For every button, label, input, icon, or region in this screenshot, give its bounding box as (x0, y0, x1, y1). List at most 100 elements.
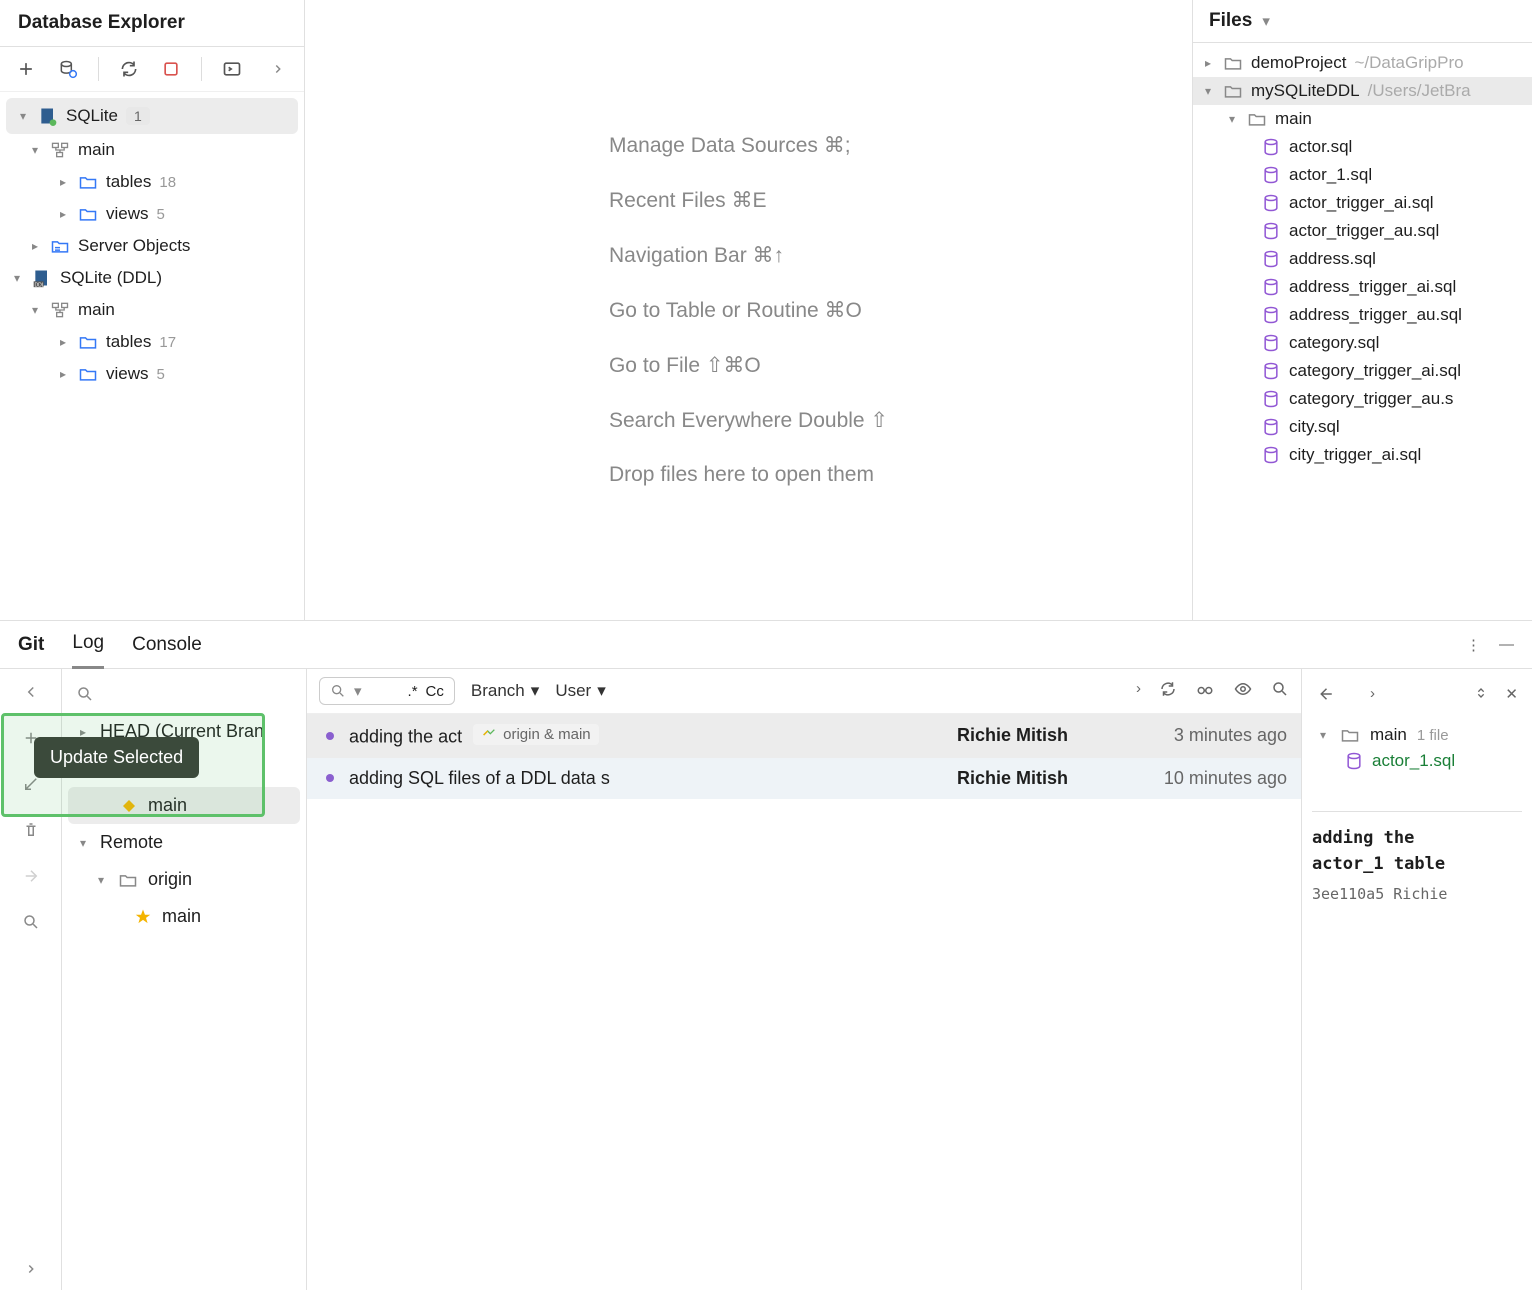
git-actions-strip: Update Selected (0, 669, 62, 1290)
chevron-down-icon[interactable]: ▾ (1225, 112, 1239, 126)
file-item[interactable]: category_trigger_ai.sql (1193, 357, 1532, 385)
branch-origin-main[interactable]: main (62, 898, 306, 935)
server-folder-icon (50, 236, 70, 256)
file-item[interactable]: city_trigger_ai.sql (1193, 441, 1532, 469)
commit-message: adding SQL files of a DDL data s (349, 768, 947, 789)
chevron-right-icon[interactable] (266, 57, 290, 81)
tree-node-views[interactable]: ▸ views 5 (0, 198, 304, 230)
file-name: actor_trigger_ai.sql (1289, 193, 1434, 213)
database-file-icon (1261, 221, 1281, 241)
chevron-down-icon[interactable]: ▾ (76, 836, 90, 850)
branch-local-main[interactable]: main (68, 787, 300, 824)
delete-icon[interactable] (22, 821, 40, 843)
tree-node-server-objects[interactable]: ▸ Server Objects (0, 230, 304, 262)
detail-file[interactable]: actor_1.sql (1312, 751, 1522, 771)
file-item[interactable]: address_trigger_au.sql (1193, 301, 1532, 329)
file-item[interactable]: actor.sql (1193, 133, 1532, 161)
svg-text:DDL: DDL (35, 282, 45, 288)
node-label: SQLite (66, 106, 118, 126)
branch-search[interactable] (62, 679, 306, 713)
chevron-right-icon[interactable]: ▸ (56, 175, 70, 189)
case-toggle[interactable]: Cc (426, 683, 444, 700)
tab-git[interactable]: Git (18, 622, 44, 668)
files-folder-main[interactable]: ▾ main (1193, 105, 1532, 133)
tab-console[interactable]: Console (132, 622, 202, 668)
refresh-icon[interactable] (117, 57, 141, 81)
filter-branch[interactable]: Branch ▾ (471, 681, 539, 701)
glasses-icon[interactable] (1195, 680, 1215, 702)
minimize-icon[interactable]: — (1499, 636, 1514, 654)
stop-icon[interactable] (159, 57, 183, 81)
next-icon[interactable]: › (1370, 685, 1375, 707)
update-icon[interactable] (22, 775, 40, 797)
file-item[interactable]: actor_1.sql (1193, 161, 1532, 189)
schema-icon (50, 140, 70, 160)
file-item[interactable]: actor_trigger_ai.sql (1193, 189, 1532, 217)
chevron-down-icon[interactable]: ▾ (16, 109, 30, 123)
file-name: actor_1.sql (1289, 165, 1372, 185)
branch-icon (481, 727, 497, 743)
file-item[interactable]: city.sql (1193, 413, 1532, 441)
log-commit-row[interactable]: adding the act origin & main Richie Miti… (307, 714, 1301, 758)
file-item[interactable]: actor_trigger_au.sql (1193, 217, 1532, 245)
tab-log[interactable]: Log (72, 620, 104, 669)
chevron-down-icon[interactable]: ▾ (1262, 12, 1270, 30)
detail-folder[interactable]: ▾ main 1 file (1312, 719, 1522, 751)
branch-remote[interactable]: ▾ Remote (62, 824, 306, 861)
hint-item: Recent Files ⌘E (609, 188, 888, 213)
chevron-down-icon[interactable]: ▾ (10, 271, 24, 285)
chevron-right-icon[interactable]: › (1136, 680, 1141, 702)
log-commit-row[interactable]: adding SQL files of a DDL data s Richie … (307, 758, 1301, 799)
chevron-down-icon[interactable]: ▾ (28, 303, 42, 317)
files-project-mysqliteddl[interactable]: ▾ mySQLiteDDL /Users/JetBra (1193, 77, 1532, 105)
file-item[interactable]: address_trigger_ai.sql (1193, 273, 1532, 301)
chevron-down-icon[interactable]: ▾ (94, 873, 108, 887)
chevron-right-icon[interactable]: ▸ (56, 335, 70, 349)
folder-icon (78, 204, 98, 224)
eye-icon[interactable] (1233, 680, 1253, 702)
log-search[interactable]: ▾ .* Cc (319, 677, 455, 705)
chevron-right-icon[interactable] (24, 1262, 38, 1280)
folder-name: main (1370, 725, 1407, 745)
push-icon[interactable] (22, 867, 40, 889)
file-item[interactable]: address.sql (1193, 245, 1532, 273)
filter-user[interactable]: User ▾ (555, 681, 605, 701)
tree-node-main[interactable]: ▾ main (0, 134, 304, 166)
branch-label: main (148, 795, 187, 816)
datasource-settings-icon[interactable] (56, 57, 80, 81)
add-icon[interactable] (14, 57, 38, 81)
node-count: 5 (157, 206, 165, 223)
search-icon[interactable] (22, 913, 40, 935)
chevron-down-icon[interactable]: ▾ (1201, 84, 1215, 98)
tree-node-tables[interactable]: ▸ tables 18 (0, 166, 304, 198)
tree-node-sqlite-ddl[interactable]: ▾ DDL SQLite (DDL) (0, 262, 304, 294)
regex-toggle[interactable]: .* (408, 683, 418, 700)
tree-node-main2[interactable]: ▾ main (0, 294, 304, 326)
chevron-down-icon[interactable]: ▾ (28, 143, 42, 157)
files-header: Files ▾ (1193, 0, 1532, 43)
files-title: Files (1209, 10, 1252, 32)
console-icon[interactable] (220, 57, 244, 81)
chevron-right-icon[interactable]: ▸ (56, 367, 70, 381)
branch-origin[interactable]: ▾ origin (62, 861, 306, 898)
project-path: /Users/JetBra (1368, 81, 1471, 101)
back-icon[interactable] (22, 683, 40, 705)
files-project-demo[interactable]: ▸ demoProject ~/DataGripPro (1193, 49, 1532, 77)
chevron-down-icon[interactable]: ▾ (354, 682, 362, 700)
tree-node-views2[interactable]: ▸ views 5 (0, 358, 304, 390)
search-icon[interactable] (1271, 680, 1289, 702)
tree-node-sqlite[interactable]: ▾ SQLite 1 (6, 98, 298, 134)
collapse-icon[interactable] (1316, 685, 1334, 707)
chevron-right-icon[interactable]: ▸ (28, 239, 42, 253)
chevron-right-icon[interactable]: ▸ (56, 207, 70, 221)
close-icon[interactable]: ✕ (1505, 685, 1518, 707)
file-item[interactable]: category.sql (1193, 329, 1532, 357)
file-name: address_trigger_au.sql (1289, 305, 1462, 325)
refresh-icon[interactable] (1159, 680, 1177, 702)
expand-icon[interactable] (1473, 685, 1489, 707)
more-icon[interactable]: ⋮ (1466, 636, 1481, 654)
chevron-right-icon[interactable]: ▸ (1201, 56, 1215, 70)
file-item[interactable]: category_trigger_au.s (1193, 385, 1532, 413)
tree-node-tables2[interactable]: ▸ tables 17 (0, 326, 304, 358)
chevron-down-icon[interactable]: ▾ (1316, 728, 1330, 742)
